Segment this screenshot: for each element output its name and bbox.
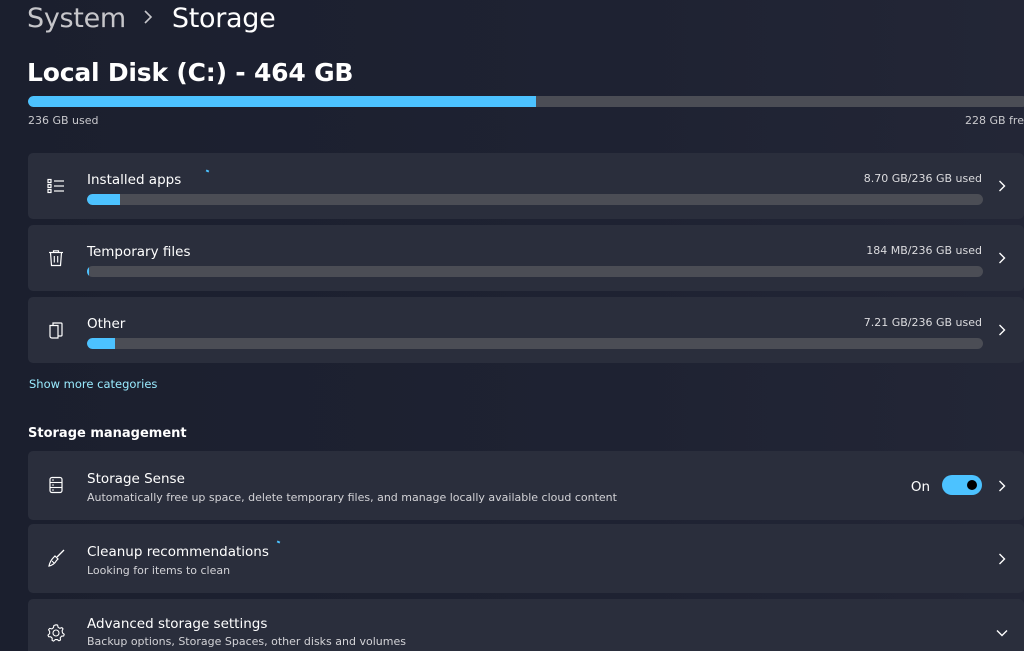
advanced-storage-settings-card[interactable]: Advanced storage settings Backup options… [28, 599, 1024, 651]
disk-free-label: 228 GB free [965, 114, 1024, 127]
category-installed-apps[interactable]: Installed apps 8.70 GB/236 GB used [28, 153, 1024, 219]
toggle-knob [967, 480, 977, 490]
breadcrumb-storage: Storage [171, 2, 276, 34]
chevron-right-icon [996, 324, 1008, 336]
category-usage-bar [87, 266, 983, 277]
chevron-right-icon [996, 553, 1008, 565]
advanced-storage-settings-title: Advanced storage settings [87, 616, 268, 632]
disk-usage-bar [28, 96, 1024, 107]
list-icon [44, 174, 68, 198]
category-temporary-files[interactable]: Temporary files 184 MB/236 GB used [28, 225, 1024, 291]
gear-icon [44, 621, 68, 645]
storage-settings-page: System Storage Local Disk (C:) - 464 GB … [0, 0, 1024, 651]
cleanup-recommendations-description: Looking for items to clean [87, 564, 231, 577]
storage-sense-card[interactable]: Storage Sense Automatically free up spac… [28, 451, 1024, 520]
accent-tick [276, 540, 281, 544]
chevron-right-icon [996, 480, 1008, 492]
disk-title: Local Disk (C:) - 464 GB [27, 58, 354, 87]
storage-management-heading: Storage management [28, 426, 187, 441]
storage-sense-toggle[interactable] [942, 475, 982, 495]
show-more-categories-link[interactable]: Show more categories [29, 377, 157, 391]
breadcrumb-chevron-icon [143, 9, 153, 28]
category-usage: 7.21 GB/236 GB used [863, 316, 982, 329]
cleanup-recommendations-title: Cleanup recommendations [87, 544, 269, 560]
storage-drive-icon [44, 473, 68, 497]
category-usage-bar [87, 194, 983, 205]
cleanup-recommendations-card[interactable]: Cleanup recommendations Looking for item… [28, 524, 1024, 593]
chevron-down-icon [996, 627, 1008, 639]
disk-usage-bar-fill [28, 96, 536, 107]
disk-used-label: 236 GB used [28, 114, 99, 127]
category-other[interactable]: Other 7.21 GB/236 GB used [28, 297, 1024, 363]
category-usage-bar-fill [87, 194, 121, 205]
breadcrumb-system[interactable]: System [27, 3, 126, 34]
accent-tick [205, 169, 210, 173]
category-usage-bar [87, 338, 983, 349]
category-usage-bar-fill [87, 266, 90, 277]
category-usage: 8.70 GB/236 GB used [863, 172, 982, 185]
trash-icon [44, 246, 68, 270]
category-name: Other [87, 316, 126, 332]
category-usage-bar-fill [87, 338, 115, 349]
storage-sense-description: Automatically free up space, delete temp… [87, 491, 617, 504]
category-name: Temporary files [87, 244, 191, 260]
breadcrumb: System Storage [27, 0, 276, 36]
pages-icon [44, 318, 68, 342]
advanced-storage-settings-description: Backup options, Storage Spaces, other di… [87, 635, 406, 648]
storage-sense-toggle-label: On [910, 479, 930, 495]
chevron-right-icon [996, 180, 1008, 192]
storage-sense-title: Storage Sense [87, 471, 185, 487]
category-name: Installed apps [87, 172, 182, 188]
category-usage: 184 MB/236 GB used [866, 244, 982, 257]
broom-icon [44, 546, 68, 570]
chevron-right-icon [996, 252, 1008, 264]
